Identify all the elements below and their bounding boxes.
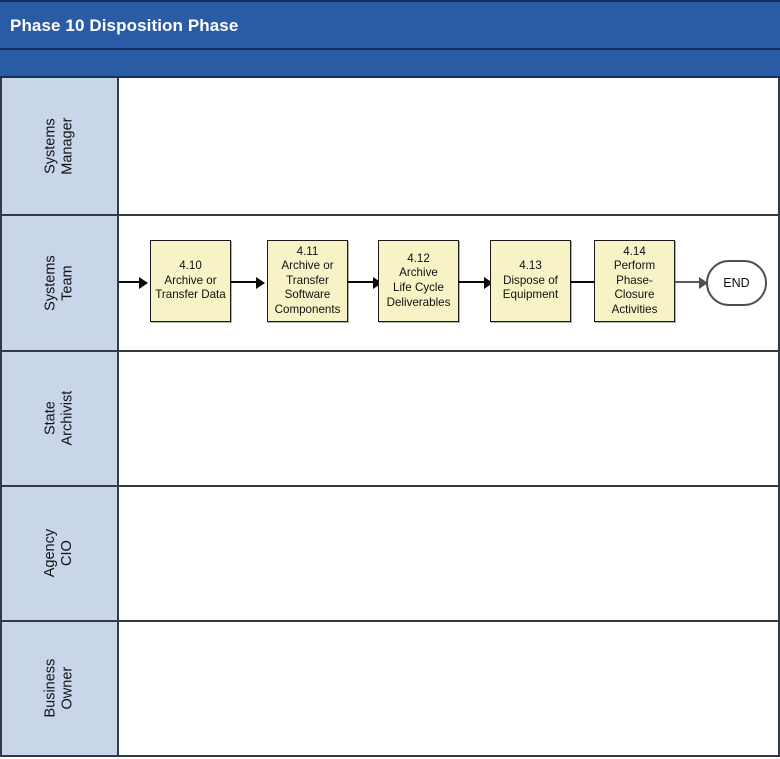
swimlane-systems-team: Systems Team 4.10 Archive or Transfer Dat… [0,216,780,352]
process-node-title: Archive or Transfer Data [155,273,226,302]
swimlane-label-text: Agency CIO [42,529,76,577]
swimlane-label-line1: Business [42,659,59,718]
swimlane-label-line2: Owner [59,667,76,710]
process-node-title: Archive or Transfer Software Components [274,259,341,316]
swimlane-label-systems-team: Systems Team [0,216,119,350]
swimlane-label-line1: Agency [42,529,59,578]
swimlane-label-text: Systems Team [42,255,76,311]
swimlane-body-business-owner [119,622,780,755]
process-node-4-13[interactable]: 4.13 Dispose of Equipment [490,240,571,322]
process-node-4-11[interactable]: 4.11 Archive or Transfer Software Component… [267,240,348,322]
phase-header-subband [0,50,780,78]
process-node-number: 4.14 [623,244,646,258]
swimlane-container: Systems Manager Systems Team 4.10 Archiv… [0,78,780,759]
swimlane-label-text: Business Owner [42,659,76,718]
process-node-4-12[interactable]: 4.12 Archive Life Cycle Deliverables [378,240,459,322]
swimlane-label-line1: Systems [42,118,59,174]
swimlane-label-state-archivist: State Archivist [0,352,119,485]
swimlane-agency-cio: Agency CIO [0,487,780,622]
connector-entry-to-4-10 [119,281,141,283]
swimlane-label-line2: Team [59,265,76,301]
swimlane-label-line2: Archivist [59,391,76,446]
swimlane-diagram: Phase 10 Disposition Phase Systems Manag… [0,0,780,759]
swimlane-label-text: State Archivist [42,391,76,446]
swimlane-label-line1: State [42,401,59,436]
swimlane-label-line1: Systems [42,255,59,311]
swimlane-business-owner: Business Owner [0,622,780,757]
swimlane-body-state-archivist [119,352,780,485]
swimlane-label-agency-cio: Agency CIO [0,487,119,620]
process-node-number: 4.10 [179,259,202,273]
swimlane-label-business-owner: Business Owner [0,622,119,755]
connector-4-11-to-4-12 [348,281,376,283]
swimlane-label-line2: CIO [59,540,76,567]
process-node-number: 4.11 [296,244,319,258]
process-node-number: 4.13 [519,259,542,273]
phase-header-band: Phase 10 Disposition Phase [0,0,780,50]
arrowhead-entry-to-4-10 [139,277,148,289]
swimlane-body-systems-team: 4.10 Archive or Transfer Data 4.11 Archiv… [119,216,780,350]
swimlane-label-text: Systems Manager [42,117,76,174]
connector-4-10-to-4-11 [231,281,259,283]
process-node-title: Dispose of Equipment [502,273,559,302]
swimlane-body-agency-cio [119,487,780,620]
process-node-title: Archive Life Cycle Deliverables [386,266,451,309]
process-node-4-10[interactable]: 4.10 Archive or Transfer Data [150,240,231,322]
process-node-number: 4.12 [407,251,430,265]
swimlane-body-systems-manager [119,78,780,214]
swimlane-label-systems-manager: Systems Manager [0,78,119,214]
connector-4-12-to-4-13 [459,281,487,283]
process-node-4-14[interactable]: 4.14 Perform Phase- Closure Activities [594,240,675,322]
arrowhead-4-10-to-4-11 [256,277,265,289]
page-title: Phase 10 Disposition Phase [10,16,239,35]
swimlane-systems-manager: Systems Manager [0,78,780,216]
swimlane-label-line2: Manager [59,117,76,175]
terminator-label: END [723,276,750,290]
swimlane-state-archivist: State Archivist [0,352,780,487]
terminator-end[interactable]: END [706,260,767,306]
process-node-title: Perform Phase- Closure Activities [611,259,658,316]
